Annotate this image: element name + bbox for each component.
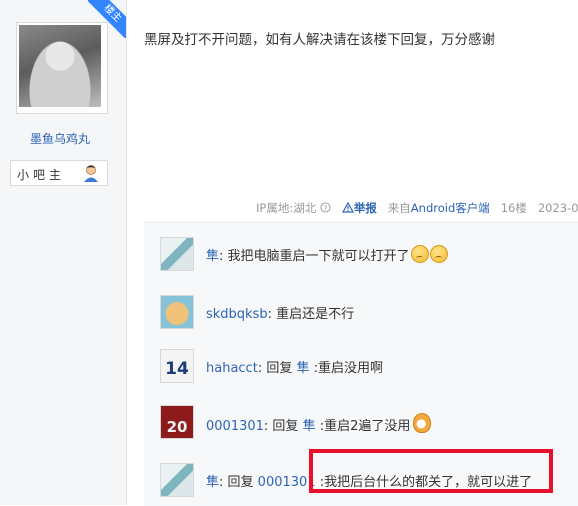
reply-avatar[interactable] — [160, 237, 194, 271]
role-badge: 小吧主 — [10, 160, 108, 186]
sweat-emoji-icon — [410, 245, 429, 263]
reply-target-user[interactable]: 隼 — [303, 419, 316, 434]
reply-username[interactable]: 隼 — [206, 249, 219, 264]
reply-item: 隼: 我把电脑重启一下就可以打开了 — [160, 237, 578, 277]
floor-number: 16楼 — [500, 201, 527, 215]
red-highlight-box — [309, 449, 553, 493]
reply-avatar[interactable]: 20 — [160, 405, 194, 439]
report-link[interactable]: 举报 — [354, 201, 377, 215]
reply-item: 20 0001301: 回复 隼 :重启2遍了没用 — [160, 405, 578, 445]
reply-body: 我把电脑重启一下就可以打开了 — [223, 249, 410, 264]
jersey-20-icon: 20 — [167, 418, 188, 436]
owner-badge-label: 楼主 — [88, 0, 126, 38]
svg-text:14: 14 — [165, 359, 189, 379]
jersey-14-icon: 14 — [165, 359, 189, 379]
owner-badge: 楼主 — [88, 0, 126, 38]
svg-text:20: 20 — [167, 418, 188, 436]
reply-username[interactable]: skdbqksb — [206, 307, 268, 322]
reply-avatar[interactable] — [160, 295, 194, 329]
reply-text: 0001301: 回复 隼 :重启2遍了没用 — [206, 413, 432, 434]
author-username[interactable]: 墨鱼乌鸡丸 — [0, 130, 120, 147]
reply-item: 14 hahacct: 回复 隼 :重启没用啊 — [160, 349, 578, 389]
reply-username[interactable]: hahacct — [206, 361, 258, 376]
reply-username[interactable]: 隼 — [206, 475, 219, 490]
reply-body: :重启2遍了没用 — [315, 419, 411, 434]
reply-prefix: 回复 — [268, 419, 303, 434]
lucky-bag-emoji-icon — [413, 413, 432, 433]
reply-prefix: 回复 — [223, 475, 258, 490]
svg-text:?: ? — [323, 203, 327, 212]
moderator-person-icon — [84, 165, 98, 182]
post-meta: IP属地:湖北 ? 举报 来自Android客户端 16楼 2023-02 — [256, 200, 578, 216]
reply-avatar[interactable] — [160, 463, 194, 497]
reply-avatar[interactable]: 14 — [160, 349, 194, 383]
source-prefix: 来自 — [387, 201, 411, 215]
sweat-emoji-icon — [429, 245, 448, 263]
author-sidebar: 楼主 墨鱼乌鸡丸 小吧主 — [0, 0, 127, 505]
reply-body: 重启还是不行 — [272, 307, 355, 322]
source-client-link[interactable]: Android客户端 — [411, 201, 490, 215]
question-icon: ? — [320, 202, 331, 213]
reply-text: hahacct: 回复 隼 :重启没用啊 — [206, 357, 383, 376]
reply-prefix: 回复 — [262, 361, 297, 376]
warning-icon — [341, 201, 354, 213]
reply-target-user[interactable]: 隼 — [296, 361, 309, 376]
reply-username[interactable]: 0001301 — [206, 419, 264, 434]
reply-target-user[interactable]: 0001301 — [258, 475, 316, 490]
ip-location: IP属地:湖北 — [256, 201, 317, 215]
reply-body: :重启没用啊 — [309, 361, 383, 376]
reply-text: skdbqksb: 重启还是不行 — [206, 303, 354, 322]
reply-item: skdbqksb: 重启还是不行 — [160, 295, 578, 335]
role-label: 小吧主 — [17, 168, 66, 182]
post-date: 2023-02 — [537, 201, 578, 215]
post-content: 黑屏及打不开问题，如有人解决请在该楼下回复，万分感谢 — [144, 32, 495, 48]
reply-text: 隼: 我把电脑重启一下就可以打开了 — [206, 245, 448, 264]
